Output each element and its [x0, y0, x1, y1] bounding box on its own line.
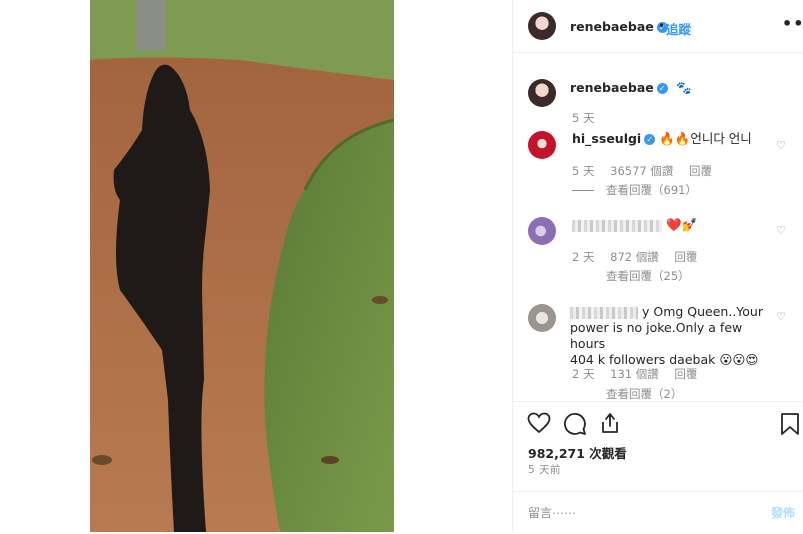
- comment-text: 🔥🔥언니다 언니: [659, 131, 752, 146]
- avatar[interactable]: [528, 79, 556, 107]
- caption-time: 5 天: [572, 110, 606, 126]
- comment-text: ❤️💅: [665, 217, 698, 232]
- follow-button[interactable]: 追蹤: [666, 19, 691, 38]
- comment-meta: 2 天 131 個讚 回覆: [572, 366, 709, 382]
- like-comment-heart-icon[interactable]: ♡: [776, 224, 786, 237]
- post-button[interactable]: 發佈: [771, 504, 795, 521]
- like-comment-heart-icon[interactable]: ♡: [776, 139, 786, 152]
- username-link[interactable]: renebaebae: [570, 19, 654, 34]
- separator-dot: •: [658, 19, 666, 33]
- blurred-username: [570, 306, 638, 319]
- heart-icon[interactable]: [527, 412, 551, 434]
- like-comment-heart-icon[interactable]: ♡: [776, 310, 786, 323]
- comment-row: ❤️💅: [572, 217, 697, 233]
- divider: [572, 276, 594, 277]
- divider: [572, 190, 594, 191]
- divider: [572, 394, 594, 395]
- post-panel: renebaebae✓ • 追蹤 ••• renebaebae✓ 🐾 5 天 h…: [512, 0, 803, 532]
- view-replies-label[interactable]: 查看回覆（25）: [606, 269, 690, 283]
- comments-list[interactable]: renebaebae ✓ 🐾 5 天 hi_sseulgi ✓ 🔥🔥언니다 언니 ♡…: [513, 53, 803, 401]
- timestamp[interactable]: 2 天: [572, 367, 594, 381]
- comment-text: power is no joke.Only a few hours: [570, 320, 743, 351]
- avatar[interactable]: [528, 131, 556, 159]
- comment-row: hi_sseulgi ✓ 🔥🔥언니다 언니: [572, 131, 752, 147]
- comment-icon[interactable]: [563, 412, 587, 436]
- avatar[interactable]: [528, 12, 556, 40]
- avatar[interactable]: [528, 217, 556, 245]
- caption-text: 🐾: [676, 80, 692, 95]
- like-count[interactable]: 36577 個讚: [610, 164, 673, 178]
- comment-meta: 5 天 36577 個讚 回覆: [572, 163, 724, 179]
- timestamp[interactable]: 5 天: [572, 164, 594, 178]
- timestamp[interactable]: 5 天: [572, 111, 594, 125]
- timestamp[interactable]: 2 天: [572, 250, 594, 264]
- reply-button[interactable]: 回覆: [674, 367, 697, 381]
- view-replies[interactable]: 查看回覆（691）: [572, 182, 697, 198]
- verified-badge-icon: ✓: [644, 134, 656, 145]
- username-link[interactable]: renebaebae: [570, 80, 654, 95]
- comment-input[interactable]: 留言⋯⋯: [528, 504, 576, 521]
- post-date[interactable]: 5 天前: [528, 462, 561, 477]
- reply-button[interactable]: 回覆: [689, 164, 712, 178]
- username-link[interactable]: hi_sseulgi: [572, 131, 641, 146]
- share-icon[interactable]: [598, 411, 622, 435]
- view-replies[interactable]: 查看回覆（25）: [572, 268, 690, 284]
- like-count[interactable]: 872 個讚: [610, 250, 659, 264]
- video-player[interactable]: [90, 0, 394, 532]
- post-actions: 982,271 次觀看 5 天前 留言⋯⋯ 發佈: [513, 401, 803, 533]
- comment-meta: 2 天 872 個讚 回覆: [572, 249, 709, 265]
- reply-button[interactable]: 回覆: [674, 250, 697, 264]
- comment-row: y Omg Queen..Your power is no joke.Only …: [570, 304, 775, 368]
- comment-text: y Omg Queen..Your: [641, 304, 763, 319]
- comment-composer: 留言⋯⋯ 發佈: [513, 491, 803, 534]
- avatar[interactable]: [528, 304, 556, 332]
- view-count[interactable]: 982,271 次觀看: [528, 443, 627, 462]
- bookmark-icon[interactable]: [780, 412, 800, 436]
- view-replies-label[interactable]: 查看回覆（2）: [606, 387, 682, 401]
- view-replies[interactable]: 查看回覆（2）: [572, 386, 682, 401]
- post-header: renebaebae✓ • 追蹤 •••: [513, 0, 803, 53]
- view-replies-label[interactable]: 查看回覆（691）: [606, 183, 697, 197]
- verified-badge-icon: ✓: [656, 83, 668, 94]
- media-area: [0, 0, 512, 532]
- video-frame: [90, 0, 394, 532]
- more-options-icon[interactable]: •••: [782, 14, 803, 33]
- caption-row: renebaebae ✓ 🐾: [570, 80, 692, 96]
- blurred-username: [572, 219, 662, 232]
- header-username-row: renebaebae ✓: [570, 19, 668, 34]
- like-count[interactable]: 131 個讚: [610, 367, 659, 381]
